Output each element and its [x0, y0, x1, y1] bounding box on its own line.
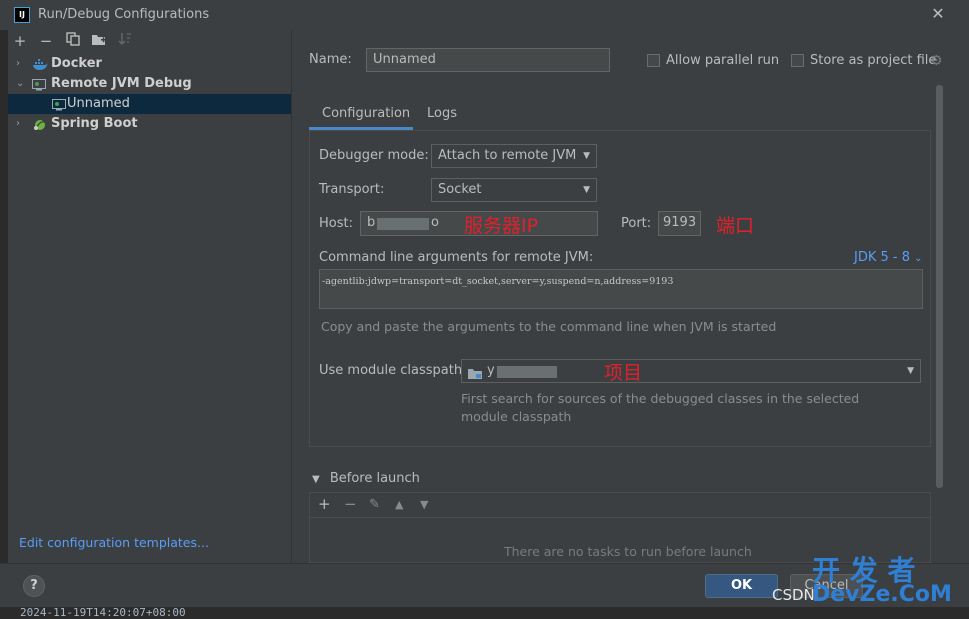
- tree-item-unnamed[interactable]: Unnamed: [8, 94, 291, 114]
- no-tasks-text: There are no tasks to run before launch: [504, 544, 752, 559]
- store-project-label: Store as project file: [810, 53, 937, 68]
- gear-icon[interactable]: ⚙: [930, 53, 943, 69]
- window-title: Run/Debug Configurations: [38, 7, 210, 22]
- watermark-en: DevZe.CoM: [812, 582, 952, 607]
- docker-icon: [32, 58, 48, 70]
- intellij-app-icon: IJ: [14, 7, 30, 23]
- module-classpath-label: Use module classpath:: [319, 363, 467, 378]
- remote-debug-icon: [52, 98, 66, 111]
- tree-item-spring-boot[interactable]: › Spring Boot: [8, 114, 291, 134]
- cmd-args-hint: Copy and paste the arguments to the comm…: [321, 319, 777, 334]
- allow-parallel-label: Allow parallel run: [666, 53, 780, 68]
- store-project-checkbox[interactable]: [791, 54, 804, 67]
- host-label: Host:: [319, 216, 353, 231]
- add-task-icon[interactable]: +: [318, 495, 331, 513]
- chevron-right-icon[interactable]: ›: [16, 114, 20, 134]
- port-label: Port:: [621, 216, 652, 231]
- move-down-icon[interactable]: ▼: [420, 498, 428, 511]
- tree-item-label: Docker: [51, 56, 102, 71]
- cmd-args-field[interactable]: -agentlib:jdwp=transport=dt_socket,serve…: [319, 269, 923, 309]
- dropdown-arrow-icon: ▼: [907, 366, 914, 376]
- module-hint-line-2: module classpath: [461, 409, 572, 424]
- title-bar: IJ Run/Debug Configurations ✕: [0, 0, 969, 31]
- csdn-watermark: CSDN: [772, 586, 815, 604]
- sort-icon[interactable]: [116, 32, 134, 50]
- tree-item-label: Unnamed: [67, 96, 130, 111]
- port-annotation: 端口: [716, 215, 755, 237]
- transport-select[interactable]: Socket ▼: [431, 178, 597, 202]
- tab-configuration[interactable]: Configuration: [322, 106, 410, 121]
- module-folder-icon: [468, 365, 482, 387]
- ok-button[interactable]: OK: [705, 574, 778, 598]
- vertical-scrollbar[interactable]: [936, 85, 943, 488]
- before-launch-label: Before launch: [329, 471, 420, 486]
- tree-item-label: Spring Boot: [51, 116, 138, 131]
- debugger-mode-label: Debugger mode:: [319, 148, 429, 163]
- host-value-suffix: o: [431, 215, 439, 230]
- before-launch-toolbar: + − ✎ ▲ ▼: [310, 493, 930, 518]
- config-tree-panel: + − › Docker ⌄ Remote JVM Debug Unnamed …: [8, 30, 292, 563]
- remove-config-icon[interactable]: −: [37, 32, 55, 50]
- help-button[interactable]: ?: [23, 575, 45, 597]
- tab-logs[interactable]: Logs: [427, 106, 457, 121]
- module-annotation: 项目: [604, 362, 643, 384]
- cmd-args-label: Command line arguments for remote JVM:: [319, 250, 594, 265]
- redacted-host: [377, 218, 429, 230]
- configuration-panel: Debugger mode: Attach to remote JVM ▼ Tr…: [309, 130, 931, 447]
- host-value-prefix: b: [367, 215, 376, 230]
- name-input[interactable]: Unnamed: [366, 48, 610, 72]
- edit-templates-link[interactable]: Edit configuration templates...: [19, 535, 209, 550]
- debugger-mode-select[interactable]: Attach to remote JVM ▼: [431, 144, 597, 168]
- jdk-version-text: JDK 5 - 8: [854, 250, 910, 265]
- dropdown-arrow-icon: ▼: [583, 185, 590, 195]
- port-input[interactable]: 9193: [658, 211, 701, 236]
- remote-debug-icon: [32, 78, 46, 91]
- dropdown-arrow-icon: ▼: [583, 151, 590, 161]
- module-value-prefix: y: [487, 363, 495, 378]
- copy-icon[interactable]: [64, 32, 82, 50]
- tree-item-docker[interactable]: › Docker: [8, 54, 291, 74]
- chevron-down-icon: ⌄: [914, 253, 923, 264]
- host-annotation: 服务器IP: [464, 215, 539, 237]
- add-config-icon[interactable]: +: [11, 32, 29, 50]
- jdk-version-link[interactable]: JDK 5 - 8 ⌄: [854, 250, 923, 265]
- redacted-module: [497, 366, 557, 378]
- allow-parallel-checkbox[interactable]: [647, 54, 660, 67]
- close-icon[interactable]: ✕: [930, 4, 946, 23]
- remove-task-icon[interactable]: −: [344, 495, 357, 513]
- folder-plus-icon[interactable]: [90, 32, 108, 50]
- tree-item-remote-jvm-debug[interactable]: ⌄ Remote JVM Debug: [8, 74, 291, 94]
- transport-label: Transport:: [319, 182, 385, 197]
- transport-value: Socket: [438, 182, 482, 197]
- triangle-down-icon: ▼: [312, 474, 320, 485]
- run-debug-dialog: IJ Run/Debug Configurations ✕ + − › Dock…: [0, 0, 969, 619]
- debugger-mode-value: Attach to remote JVM: [438, 148, 577, 163]
- tree-item-label: Remote JVM Debug: [51, 76, 192, 91]
- config-form-panel: Name: Unnamed Allow parallel run Store a…: [292, 30, 969, 563]
- spring-boot-icon: [32, 118, 46, 130]
- background-editor-edge: [0, 0, 8, 563]
- tree-toolbar: + −: [8, 30, 291, 54]
- module-hint-line-1: First search for sources of the debugged…: [461, 391, 860, 406]
- module-classpath-select[interactable]: y ▼: [461, 359, 921, 383]
- chevron-down-icon[interactable]: ⌄: [16, 74, 24, 94]
- chevron-right-icon[interactable]: ›: [16, 54, 20, 74]
- edit-pencil-icon[interactable]: ✎: [369, 497, 380, 512]
- console-timestamp: 2024-11-19T14:20:07+08:00: [20, 606, 186, 619]
- before-launch-toggle[interactable]: ▼ Before launch: [312, 471, 420, 486]
- name-label: Name:: [309, 52, 352, 67]
- move-up-icon[interactable]: ▲: [395, 498, 403, 511]
